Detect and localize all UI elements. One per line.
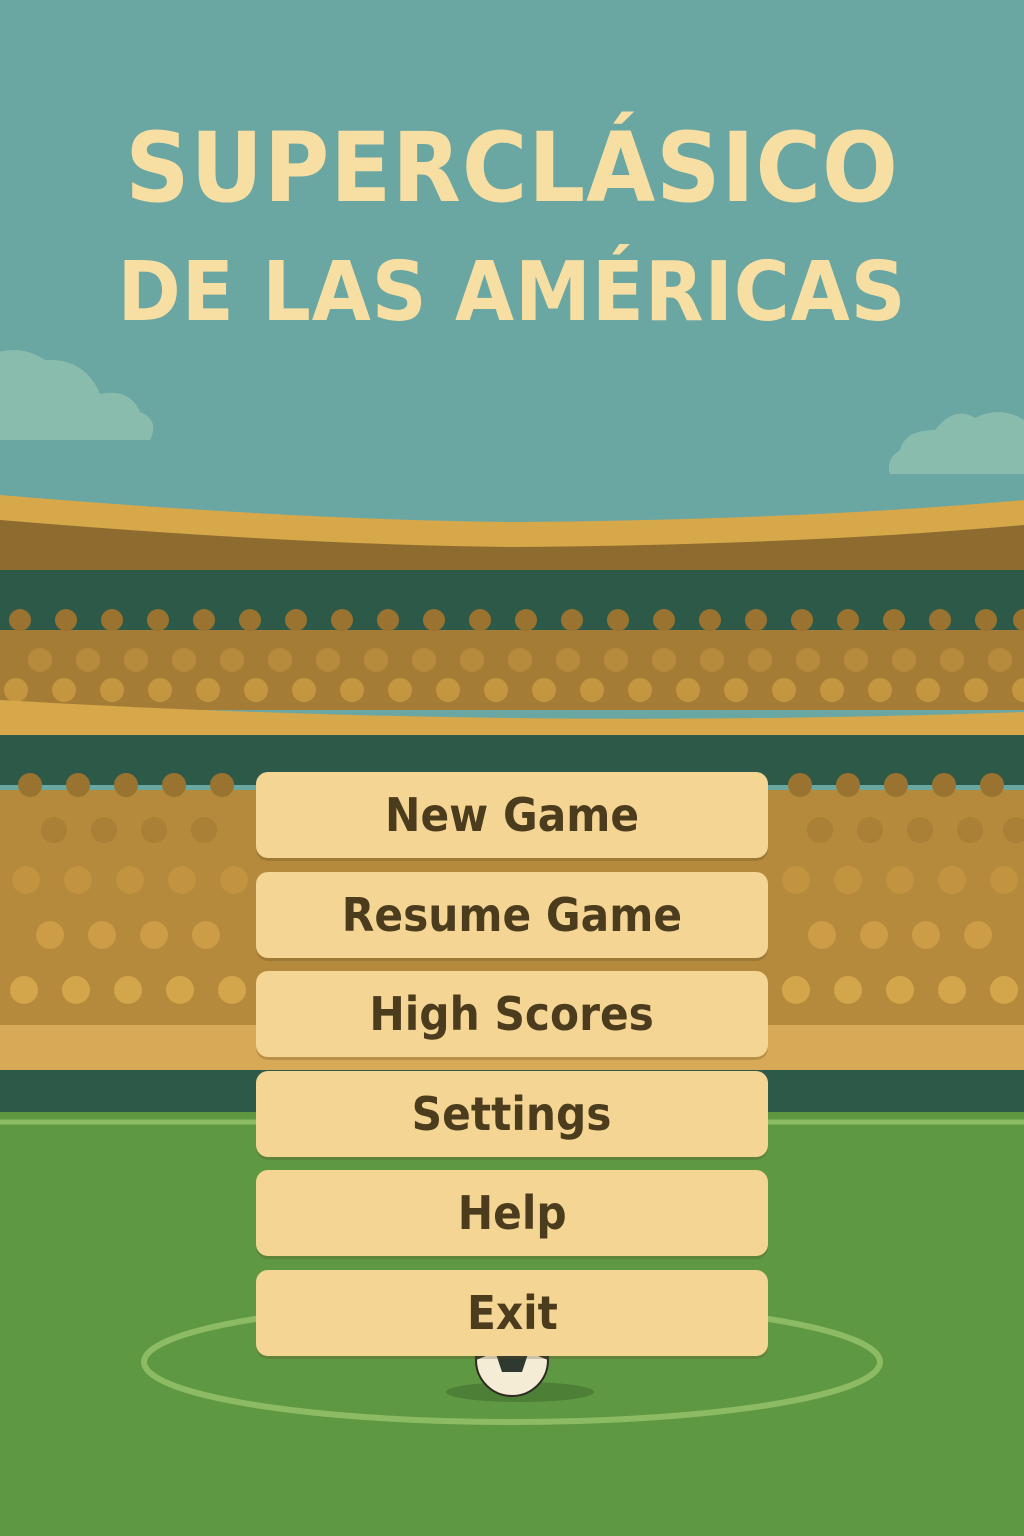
high-scores-button[interactable]: High Scores: [256, 971, 768, 1057]
settings-label: Settings: [412, 1086, 612, 1141]
main-menu-screen: SUPERCLÁSICO DE LAS AMÉRICAS New Game Re…: [0, 0, 1024, 1536]
help-button[interactable]: Help: [256, 1170, 768, 1256]
title-line-2: DE LAS AMÉRICAS: [117, 245, 907, 340]
high-scores-label: High Scores: [369, 987, 655, 1041]
exit-label: Exit: [466, 1285, 558, 1340]
settings-button[interactable]: Settings: [256, 1070, 768, 1157]
resume-game-button[interactable]: Resume Game: [256, 871, 768, 958]
new-game-button[interactable]: New Game: [256, 772, 768, 858]
main-menu: New Game Resume Game High Scores Setting…: [256, 772, 768, 1369]
title-line-1: SUPERCLÁSICO: [125, 112, 899, 224]
exit-button[interactable]: Exit: [256, 1269, 768, 1356]
game-title: SUPERCLÁSICO DE LAS AMÉRICAS: [0, 120, 1024, 334]
resume-game-label: Resume Game: [341, 887, 683, 942]
help-label: Help: [457, 1186, 567, 1240]
new-game-label: New Game: [384, 788, 640, 842]
